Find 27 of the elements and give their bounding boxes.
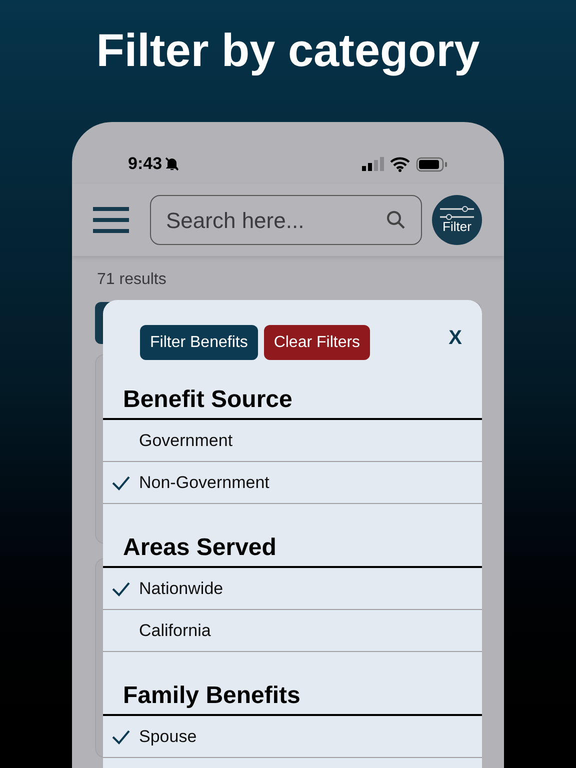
battery-icon [416,156,448,172]
search-field[interactable]: Search here... [150,195,422,245]
status-time: 9:43 [128,153,162,176]
wifi-icon [390,156,410,172]
filter-option[interactable]: Government [103,420,482,462]
checkmark-icon [111,728,131,744]
menu-icon[interactable] [92,207,130,233]
signal-icon [362,157,384,171]
muted-bell-icon [164,156,180,172]
section-title: Benefit Source [103,386,482,420]
filter-button[interactable]: Filter [432,195,482,245]
filter-option[interactable]: Non-Government [103,462,482,504]
results-count: 71 results [96,270,168,290]
filter-option[interactable]: Spouse [103,716,482,758]
search-input[interactable]: Search here... [166,204,386,236]
modal-action-button[interactable]: Filter Benefits [140,325,258,360]
checkmark-icon [111,474,131,490]
checkmark-icon [111,580,131,596]
close-button[interactable]: X [448,322,462,352]
section-title: Areas Served [103,534,482,568]
filter-option[interactable]: California [103,610,482,652]
sliders-icon [439,206,475,220]
modal-action-button[interactable]: Clear Filters [264,325,370,360]
headline: Filter by category [96,23,480,78]
section-title: Family Benefits [103,682,482,716]
search-icon [386,210,406,230]
filter-option[interactable]: Nationwide [103,568,482,610]
